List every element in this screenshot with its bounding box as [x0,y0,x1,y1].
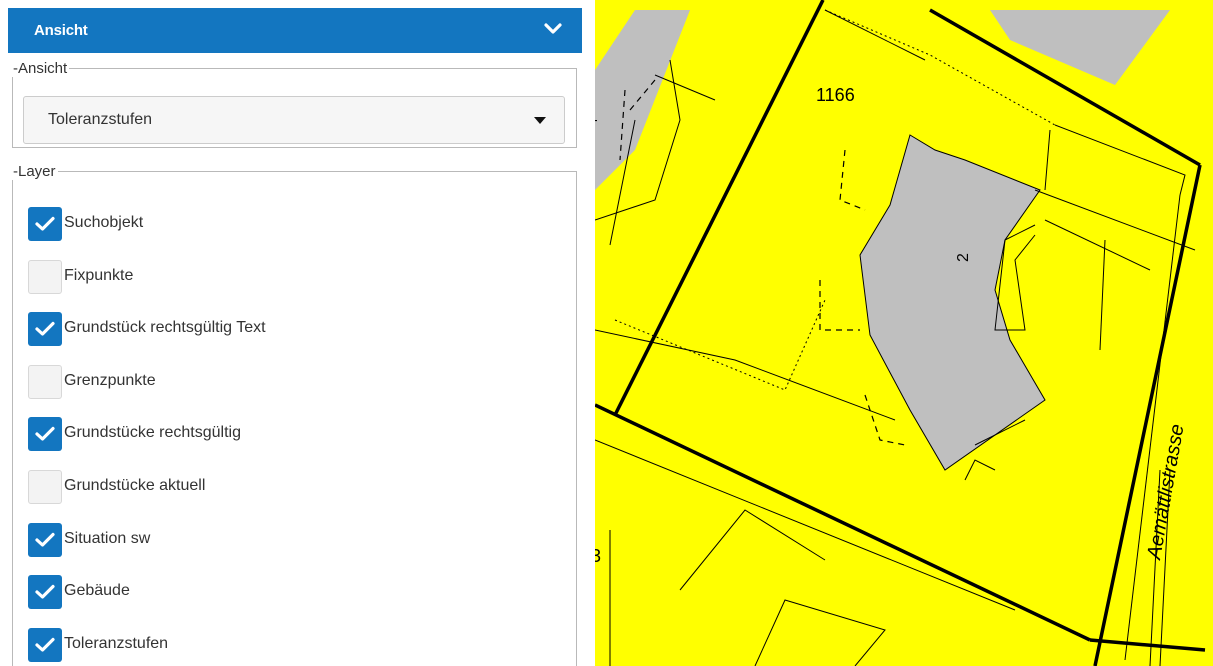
layer-label: Situation sw [64,529,151,547]
ansicht-panel: Ansicht -Ansicht Toleranzstufen -Layer S… [0,0,591,666]
layer-item[interactable]: Situation sw [28,522,548,557]
ansicht-select-value: Toleranzstufen [48,111,153,128]
checkmark-icon [35,637,55,652]
layer-item[interactable]: Grenzpunkte [28,364,548,399]
layer-item[interactable]: Grundstücke aktuell [28,470,548,504]
layer-checkbox[interactable] [28,470,62,504]
house-number-label: 2 [955,253,972,262]
layer-fieldset: -Layer Suchobjekt Fixpunkte Grundstück rec… [12,163,577,666]
checkmark-icon [35,585,55,599]
layer-checkbox[interactable] [28,259,62,294]
map-canvas[interactable]: 1166 2 Aemättlistrasse 4 3 [595,0,1213,666]
edge-label-bottom: 3 [595,546,601,566]
checkmark-icon [35,427,55,441]
layer-checkbox[interactable] [28,575,62,610]
layer-item[interactable]: Fixpunkte [28,259,548,294]
layer-checkbox[interactable] [28,312,62,347]
layer-label: Gebäude [64,582,130,600]
edge-label-left: 4 [595,118,600,126]
layer-checkbox[interactable] [28,417,62,452]
ansicht-select[interactable]: Toleranzstufen [23,96,565,144]
layer-item[interactable]: Gebäude [28,575,548,610]
layer-checkbox[interactable] [28,627,62,662]
layer-label: Fixpunkte [64,266,134,284]
layer-checkbox[interactable] [28,364,62,399]
layer-label: Grenzpunkte [64,371,156,389]
layer-item[interactable]: Suchobjekt [28,207,548,241]
layer-legend: -Layer [13,163,56,180]
layer-label: Grundstücke rechtsgültig [64,424,241,442]
layer-label: Grundstücke aktuell [64,477,206,494]
layer-label: Grundstück rechtsgültig Text [64,319,266,337]
layer-item[interactable]: Toleranzstufen [28,627,548,662]
layer-label: Toleranzstufen [64,634,169,652]
layer-item[interactable]: Grundstück rechtsgültig Text [28,312,548,347]
layer-checkbox[interactable] [28,207,62,241]
ansicht-fieldset: -Ansicht Toleranzstufen [12,60,577,148]
layer-label: Suchobjekt [64,214,144,231]
chevron-down-icon[interactable] [544,22,562,36]
checkmark-icon [35,532,55,547]
map-view[interactable]: 1166 2 Aemättlistrasse 4 3 [595,0,1213,666]
panel-header[interactable]: Ansicht [8,8,582,53]
parcel-number-label: 1166 [816,85,855,105]
caret-down-icon [534,117,546,124]
checkmark-icon [35,216,55,231]
ansicht-legend: -Ansicht [13,60,68,77]
layer-checkbox[interactable] [28,522,62,557]
checkmark-icon [35,322,55,336]
layer-item[interactable]: Grundstücke rechtsgültig [28,417,548,452]
panel-title: Ansicht [34,22,88,39]
